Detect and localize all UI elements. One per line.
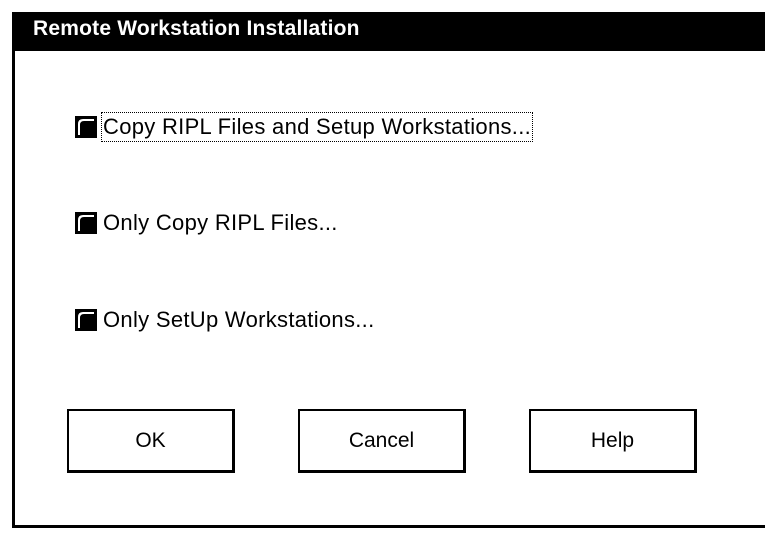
push-button-icon bbox=[75, 116, 97, 138]
remote-workstation-installation-dialog: Remote Workstation Installation Copy RIP… bbox=[12, 12, 765, 528]
option-only-setup-workstations[interactable]: Only SetUp Workstations... bbox=[75, 303, 375, 337]
push-button-icon bbox=[75, 309, 97, 331]
help-button[interactable]: Help bbox=[529, 409, 697, 473]
push-button-icon bbox=[75, 212, 97, 234]
dialog-title: Remote Workstation Installation bbox=[33, 17, 360, 40]
option-label: Only SetUp Workstations... bbox=[103, 307, 375, 332]
option-copy-ripl-and-setup[interactable]: Copy RIPL Files and Setup Workstations..… bbox=[75, 110, 534, 144]
title-bar[interactable]: Remote Workstation Installation bbox=[15, 12, 765, 51]
ok-button[interactable]: OK bbox=[67, 409, 235, 473]
cancel-button[interactable]: Cancel bbox=[298, 409, 466, 473]
option-only-copy-ripl[interactable]: Only Copy RIPL Files... bbox=[75, 206, 338, 240]
option-label: Only Copy RIPL Files... bbox=[103, 210, 338, 235]
option-label: Copy RIPL Files and Setup Workstations..… bbox=[100, 112, 534, 142]
